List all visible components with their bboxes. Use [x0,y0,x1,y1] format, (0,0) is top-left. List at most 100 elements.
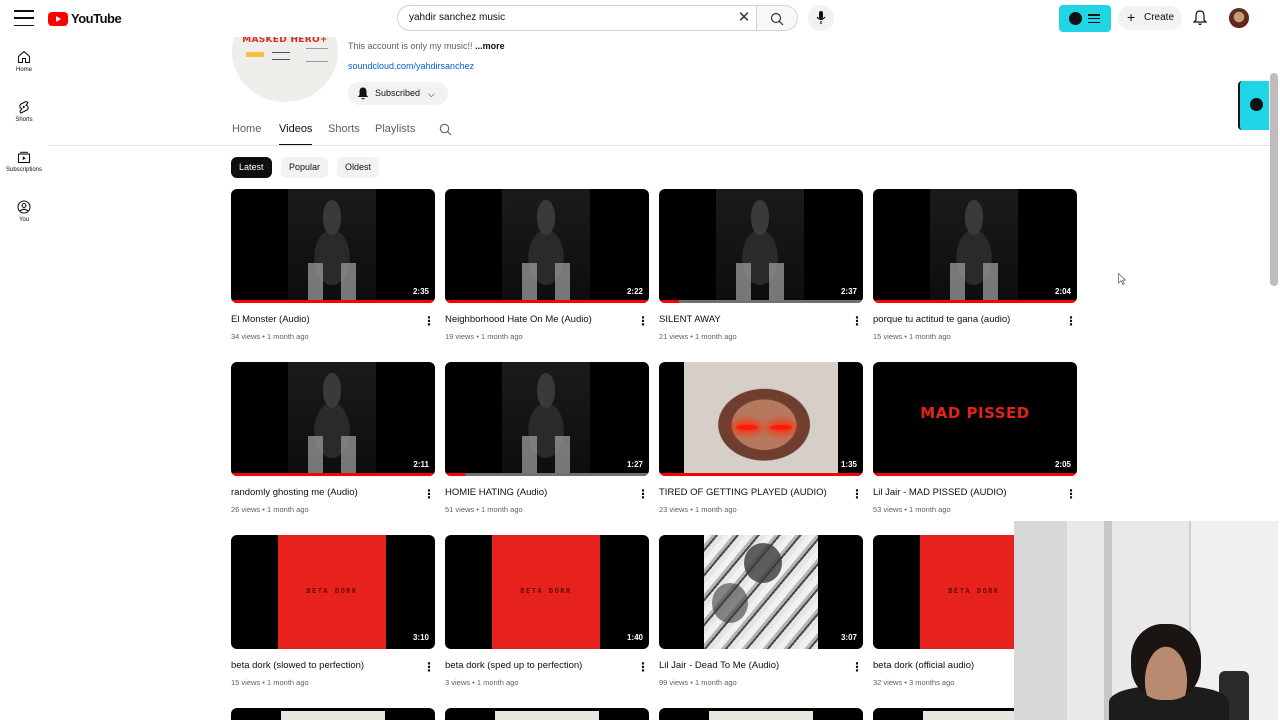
top-bar: YouTube yahdir sanchez music ✕ + Create [0,0,1280,37]
watch-progress-fill [659,300,680,303]
video-card[interactable]: BETA DORK 3:10 beta dork (slowed to perfec… [231,535,435,687]
video-thumbnail[interactable]: 2:11 [231,362,435,476]
video-title[interactable]: Neighborhood Hate On Me (Audio) [445,314,631,325]
chip-latest[interactable]: Latest [231,157,272,178]
video-title[interactable]: beta dork (sped up to perfection) [445,660,631,671]
video-card[interactable]: 2:22 Neighborhood Hate On Me (Audio) 19 vi… [445,189,649,341]
extension-side-tab[interactable] [1238,81,1269,130]
video-title[interactable]: porque tu actitud te gana (audio) [873,314,1059,325]
video-card[interactable]: 2:04 porque tu actitud te gana (audio) 15 … [873,189,1077,341]
video-card[interactable]: 1:27 HOMIE HATING (Audio) 51 views • 1 mon… [445,362,649,514]
video-thumbnail[interactable]: 2:35 [231,189,435,303]
menu-icon[interactable] [14,10,34,26]
mouse-cursor-icon [1118,273,1126,285]
plus-icon: + [1127,9,1136,25]
account-avatar[interactable] [1229,8,1249,28]
video-card[interactable]: 2:11 randomly ghosting me (Audio) 26 views… [231,362,435,514]
video-title[interactable]: TIRED OF GETTING PLAYED (AUDIO) [659,487,845,498]
more-actions-icon[interactable]: ⋮ [1065,487,1077,501]
more-actions-icon[interactable]: ⋮ [637,487,649,501]
video-title[interactable]: Lil Jair - Dead To Me (Audio) [659,660,845,671]
video-title[interactable]: El Monster (Audio) [231,314,417,325]
voice-search-button[interactable] [808,5,834,31]
more-actions-icon[interactable]: ⋮ [423,487,435,501]
video-metadata: 23 views • 1 month ago [659,505,863,514]
tab-home[interactable]: Home [232,119,261,146]
upload-age: 1 month ago [266,678,309,687]
video-thumbnail[interactable]: 2:37 [659,189,863,303]
rail-item-home[interactable]: Home [0,50,48,73]
rail-item-subscriptions[interactable]: Subscriptions [0,150,48,173]
tab-playlists[interactable]: Playlists [375,119,415,146]
tab-shorts[interactable]: Shorts [328,119,360,146]
extension-button[interactable] [1059,5,1111,32]
video-title[interactable]: SILENT AWAY [659,314,845,325]
thumbnail-art [502,362,590,476]
watch-progress-bar [445,300,649,303]
more-actions-icon[interactable]: ⋮ [637,314,649,328]
duration-badge: 2:22 [626,287,643,296]
video-card[interactable]: MAD PISSED 2:05 Lil Jair - MAD PISSED (AUD… [873,362,1077,514]
video-thumbnail[interactable]: 1:27 [445,362,649,476]
more-actions-icon[interactable]: ⋮ [637,660,649,674]
channel-link[interactable]: soundcloud.com/yahdirsanchez [348,61,474,71]
more-link[interactable]: ...more [475,41,505,51]
tab-videos[interactable]: Videos [279,119,313,146]
search-button[interactable] [757,5,798,31]
view-count: 32 views [873,678,903,687]
clear-search-icon[interactable]: ✕ [736,10,752,26]
chip-popular[interactable]: Popular [281,157,329,178]
thumbnail-art-detail [516,263,576,301]
subscribed-button[interactable]: Subscribed ⌵ [348,82,448,105]
duration-badge: 1:35 [840,460,857,469]
video-thumbnail-partial[interactable] [659,708,863,720]
video-thumbnail[interactable]: 2:22 [445,189,649,303]
video-card[interactable]: 1:35 TIRED OF GETTING PLAYED (AUDIO) 23 vi… [659,362,863,514]
more-actions-icon[interactable]: ⋮ [851,487,863,501]
video-title[interactable]: HOMIE HATING (Audio) [445,487,631,498]
video-thumbnail-partial[interactable] [231,708,435,720]
video-thumbnail[interactable]: BETA DORK 3:10 [231,535,435,649]
metadata-separator: • [902,505,909,514]
more-actions-icon[interactable]: ⋮ [423,314,435,328]
video-title[interactable]: randomly ghosting me (Audio) [231,487,417,498]
video-thumbnail[interactable]: 2:04 [873,189,1077,303]
video-thumbnail[interactable]: MAD PISSED 2:05 [873,362,1077,476]
avatar-art-block [306,48,328,62]
video-card[interactable]: 2:35 El Monster (Audio) 34 views • 1 month… [231,189,435,341]
video-title[interactable]: beta dork (slowed to perfection) [231,660,417,671]
more-actions-icon[interactable]: ⋮ [851,660,863,674]
rail-item-you[interactable]: You [0,200,48,223]
video-thumbnail[interactable]: 3:07 [659,535,863,649]
more-actions-icon[interactable]: ⋮ [1065,314,1077,328]
more-actions-icon[interactable]: ⋮ [423,660,435,674]
watch-progress-bar [231,473,435,476]
video-metadata: 53 views • 1 month ago [873,505,1077,514]
channel-description[interactable]: This account is only my music!! ...more [348,41,505,51]
youtube-logo[interactable]: YouTube [48,11,122,26]
video-card[interactable]: 2:37 SILENT AWAY 21 views • 1 month ago ⋮ [659,189,863,341]
thumbnail-art-text: BETA DORK [520,587,572,595]
video-thumbnail[interactable]: BETA DORK 1:40 [445,535,649,649]
video-thumbnail-partial[interactable] [445,708,649,720]
video-card[interactable]: BETA DORK 1:40 beta dork (sped up to perfe… [445,535,649,687]
search-input[interactable]: yahdir sanchez music [397,5,757,31]
thumbnail-art: BETA DORK [920,535,1028,649]
video-title[interactable]: Lil Jair - MAD PISSED (AUDIO) [873,487,1059,498]
rail-item-shorts[interactable]: Shorts [0,100,48,123]
view-count: 15 views [873,332,903,341]
video-card[interactable]: 3:07 Lil Jair - Dead To Me (Audio) 99 view… [659,535,863,687]
chip-oldest[interactable]: Oldest [337,157,380,178]
watch-progress-bar [445,473,649,476]
video-thumbnail[interactable]: 1:35 [659,362,863,476]
metadata-separator: • [260,505,267,514]
create-button[interactable]: + Create [1118,6,1182,30]
more-actions-icon[interactable]: ⋮ [851,314,863,328]
video-metadata: 15 views • 1 month ago [873,332,1077,341]
channel-search-icon[interactable] [439,123,452,136]
thumbnail-art: BETA DORK [492,535,600,649]
notifications-icon[interactable] [1193,10,1207,26]
subscriptions-icon [17,151,31,164]
page-scrollbar[interactable] [1270,73,1278,286]
watch-progress-bar [231,300,435,303]
